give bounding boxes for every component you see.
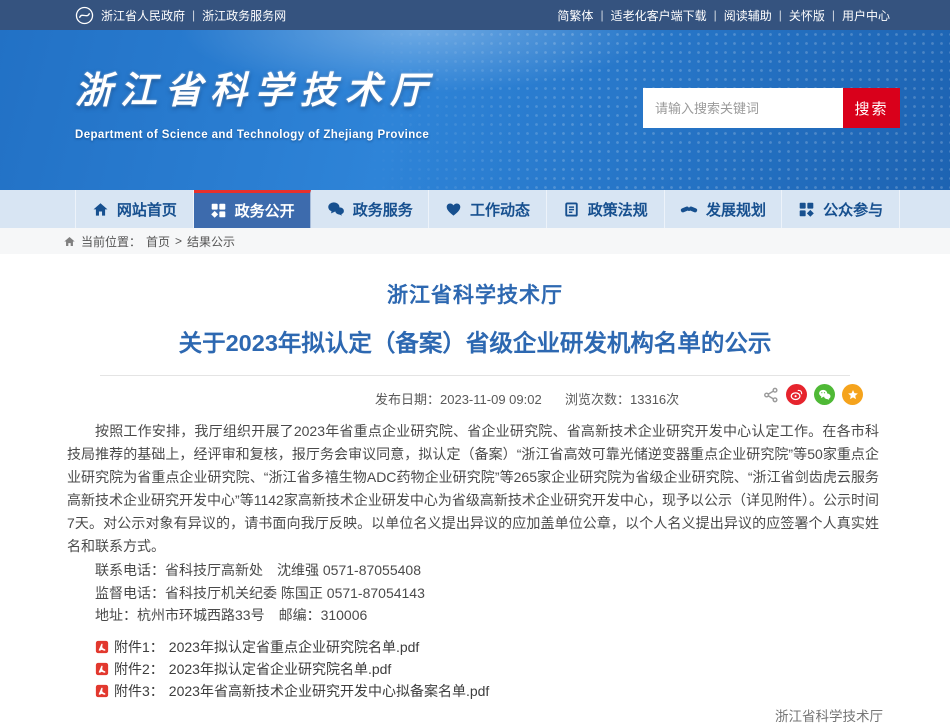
contact-phone-line: 联系电话：省科技厅高新处 沈维强 0571-87055408 bbox=[95, 559, 885, 582]
nav-item-home[interactable]: 网站首页 bbox=[75, 190, 194, 228]
publish-date: 发布日期：2023-11-09 09:02 bbox=[375, 389, 542, 408]
link-simplified-traditional[interactable]: 简繁体 bbox=[557, 7, 593, 24]
document-icon bbox=[563, 201, 580, 218]
nav-item-gov-open[interactable]: 政务公开 bbox=[194, 190, 312, 228]
nav-label: 工作动态 bbox=[470, 199, 530, 220]
favorite-star-icon[interactable] bbox=[842, 384, 863, 405]
main-navigation: 网站首页 政务公开 政务服务 工作动态 政策法规 bbox=[0, 190, 950, 228]
weibo-share-icon[interactable] bbox=[786, 384, 807, 405]
top-utility-bar: 浙江省人民政府 | 浙江政务服务网 简繁体 | 适老化客户端下载 | 阅读辅助 … bbox=[0, 0, 950, 30]
heart-icon bbox=[445, 201, 462, 218]
separator: | bbox=[779, 8, 782, 22]
link-user-center[interactable]: 用户中心 bbox=[842, 7, 890, 24]
gov-open-icon bbox=[210, 202, 227, 219]
pdf-icon bbox=[95, 640, 109, 654]
topbar-right-links: 简繁体 | 适老化客户端下载 | 阅读辅助 | 关怀版 | 用户中心 bbox=[557, 7, 890, 24]
nav-item-policy[interactable]: 政策法规 bbox=[547, 190, 665, 228]
site-banner: 浙江省科学技术厅 Department of Science and Techn… bbox=[0, 30, 950, 190]
article-title-main: 关于2023年拟认定（备案）省级企业研发机构名单的公示 bbox=[65, 324, 885, 358]
separator: | bbox=[714, 8, 717, 22]
site-logo[interactable]: 浙江省科学技术厅 Department of Science and Techn… bbox=[75, 60, 435, 141]
share-icon[interactable] bbox=[763, 387, 779, 403]
view-count: 浏览次数：13316次 bbox=[565, 389, 679, 408]
breadcrumb-label: 当前位置： bbox=[81, 233, 141, 250]
breadcrumb-home-icon bbox=[63, 235, 76, 248]
breadcrumb: 当前位置： 首页 > 结果公示 bbox=[0, 228, 950, 254]
attachment-link-2[interactable]: 附件2：2023年拟认定省企业研究院名单.pdf bbox=[95, 658, 885, 680]
nav-item-development-plan[interactable]: 发展规划 bbox=[665, 190, 783, 228]
chat-icon bbox=[327, 200, 345, 218]
government-emblem-icon bbox=[75, 6, 94, 25]
search-input[interactable] bbox=[643, 88, 843, 128]
nav-label: 发展规划 bbox=[706, 199, 766, 220]
article-meta-row: 发布日期：2023-11-09 09:02 浏览次数：13316次 bbox=[65, 381, 885, 413]
participate-icon bbox=[798, 201, 815, 218]
attachment-label: 附件1： bbox=[114, 637, 164, 657]
article-signature: 浙江省科学技术厅 bbox=[65, 705, 885, 725]
breadcrumb-separator: > bbox=[175, 234, 182, 248]
article-content: 浙江省科学技术厅 关于2023年拟认定（备案）省级企业研发机构名单的公示 发布日… bbox=[65, 254, 885, 725]
link-elderly-client-download[interactable]: 适老化客户端下载 bbox=[611, 7, 707, 24]
search-box: 搜索 bbox=[643, 88, 900, 128]
pdf-icon bbox=[95, 684, 109, 698]
attachment-name: 2023年拟认定省企业研究院名单.pdf bbox=[169, 659, 392, 679]
view-count-label: 浏览次数： bbox=[565, 392, 630, 407]
article-paragraph: 按照工作安排，我厅组织开展了2023年省重点企业研究院、省企业研究院、省高新技术… bbox=[65, 420, 885, 558]
separator: | bbox=[832, 8, 835, 22]
breadcrumb-current: 结果公示 bbox=[187, 233, 235, 250]
nav-label: 公众参与 bbox=[823, 199, 883, 220]
address-line: 地址：杭州市环城西路33号 邮编：310006 bbox=[95, 604, 885, 627]
nav-item-work-news[interactable]: 工作动态 bbox=[429, 190, 547, 228]
breadcrumb-home-link[interactable]: 首页 bbox=[146, 233, 170, 250]
nav-label: 政务公开 bbox=[235, 200, 295, 221]
handshake-icon bbox=[680, 200, 698, 218]
nav-label: 网站首页 bbox=[117, 199, 177, 220]
separator: | bbox=[600, 8, 603, 22]
attachments: 附件1：2023年拟认定省重点企业研究院名单.pdf 附件2：2023年拟认定省… bbox=[65, 636, 885, 702]
attachment-label: 附件3： bbox=[114, 681, 164, 701]
search-button[interactable]: 搜索 bbox=[843, 88, 900, 128]
site-title-cn: 浙江省科学技术厅 bbox=[75, 60, 435, 114]
attachment-link-1[interactable]: 附件1：2023年拟认定省重点企业研究院名单.pdf bbox=[95, 636, 885, 658]
publish-date-value: 2023-11-09 09:02 bbox=[440, 392, 542, 407]
title-divider bbox=[100, 375, 850, 376]
link-gov-service-site[interactable]: 浙江政务服务网 bbox=[202, 7, 286, 24]
nav-item-public-participation[interactable]: 公众参与 bbox=[782, 190, 900, 228]
pdf-icon bbox=[95, 662, 109, 676]
link-care-version[interactable]: 关怀版 bbox=[789, 7, 825, 24]
nav-label: 政务服务 bbox=[353, 199, 413, 220]
view-count-value: 13316次 bbox=[630, 392, 679, 407]
publish-date-label: 发布日期： bbox=[375, 392, 440, 407]
article-title-agency: 浙江省科学技术厅 bbox=[65, 279, 885, 309]
nav-item-gov-service[interactable]: 政务服务 bbox=[311, 190, 429, 228]
separator: | bbox=[192, 8, 195, 22]
site-title-en: Department of Science and Technology of … bbox=[75, 129, 435, 141]
share-bar bbox=[763, 384, 863, 405]
wechat-share-icon[interactable] bbox=[814, 384, 835, 405]
attachment-name: 2023年拟认定省重点企业研究院名单.pdf bbox=[169, 637, 420, 657]
link-reading-assist[interactable]: 阅读辅助 bbox=[724, 7, 772, 24]
nav-label: 政策法规 bbox=[588, 199, 648, 220]
link-provincial-government[interactable]: 浙江省人民政府 bbox=[101, 7, 185, 24]
contact-block: 联系电话：省科技厅高新处 沈维强 0571-87055408 监督电话：省科技厅… bbox=[65, 559, 885, 627]
supervision-phone-line: 监督电话：省科技厅机关纪委 陈国正 0571-87054143 bbox=[95, 582, 885, 605]
home-icon bbox=[92, 201, 109, 218]
attachment-name: 2023年省高新技术企业研究开发中心拟备案名单.pdf bbox=[169, 681, 490, 701]
attachment-label: 附件2： bbox=[114, 659, 164, 679]
topbar-left-links: 浙江省人民政府 | 浙江政务服务网 bbox=[75, 6, 286, 25]
attachment-link-3[interactable]: 附件3：2023年省高新技术企业研究开发中心拟备案名单.pdf bbox=[95, 680, 885, 702]
